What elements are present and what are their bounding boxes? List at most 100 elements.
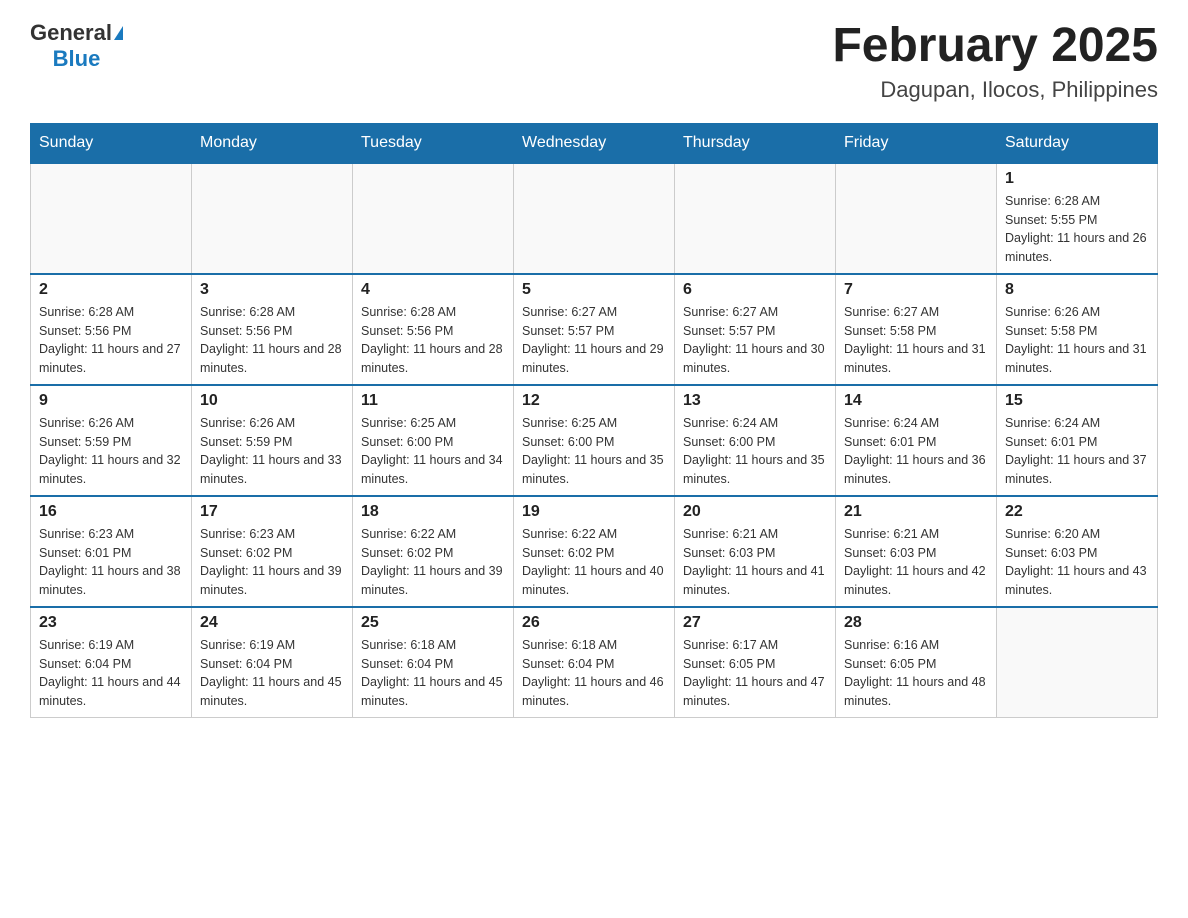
weekday-header-friday: Friday — [836, 123, 997, 163]
day-number: 15 — [1005, 392, 1149, 410]
day-info: Sunrise: 6:28 AM Sunset: 5:56 PM Dayligh… — [361, 303, 505, 378]
calendar-table: SundayMondayTuesdayWednesdayThursdayFrid… — [30, 123, 1158, 718]
day-info: Sunrise: 6:19 AM Sunset: 6:04 PM Dayligh… — [39, 636, 183, 711]
weekday-header-tuesday: Tuesday — [353, 123, 514, 163]
page-header: General Blue February 2025 Dagupan, Iloc… — [30, 20, 1158, 103]
day-info: Sunrise: 6:21 AM Sunset: 6:03 PM Dayligh… — [844, 525, 988, 600]
day-info: Sunrise: 6:26 AM Sunset: 5:59 PM Dayligh… — [200, 414, 344, 489]
day-number: 20 — [683, 503, 827, 521]
calendar-cell: 14 Sunrise: 6:24 AM Sunset: 6:01 PM Dayli… — [836, 385, 997, 496]
calendar-cell: 28 Sunrise: 6:16 AM Sunset: 6:05 PM Dayli… — [836, 607, 997, 718]
calendar-week-row: 1 Sunrise: 6:28 AM Sunset: 5:55 PM Daylig… — [31, 163, 1158, 274]
calendar-cell: 20 Sunrise: 6:21 AM Sunset: 6:03 PM Dayli… — [675, 496, 836, 607]
day-info: Sunrise: 6:28 AM Sunset: 5:56 PM Dayligh… — [39, 303, 183, 378]
calendar-cell: 8 Sunrise: 6:26 AM Sunset: 5:58 PM Daylig… — [997, 274, 1158, 385]
calendar-cell: 10Sunrise: 6:26 AM Sunset: 5:59 PM Dayli… — [192, 385, 353, 496]
day-number: 13 — [683, 392, 827, 410]
calendar-cell — [514, 163, 675, 274]
calendar-week-row: 9 Sunrise: 6:26 AM Sunset: 5:59 PM Daylig… — [31, 385, 1158, 496]
calendar-cell — [31, 163, 192, 274]
calendar-cell: 15 Sunrise: 6:24 AM Sunset: 6:01 PM Dayli… — [997, 385, 1158, 496]
day-number: 4 — [361, 281, 505, 299]
day-info: Sunrise: 6:23 AM Sunset: 6:01 PM Dayligh… — [39, 525, 183, 600]
day-number: 5 — [522, 281, 666, 299]
calendar-cell: 1 Sunrise: 6:28 AM Sunset: 5:55 PM Daylig… — [997, 163, 1158, 274]
day-info: Sunrise: 6:18 AM Sunset: 6:04 PM Dayligh… — [361, 636, 505, 711]
day-number: 18 — [361, 503, 505, 521]
day-number: 25 — [361, 614, 505, 632]
day-number: 14 — [844, 392, 988, 410]
calendar-cell: 26Sunrise: 6:18 AM Sunset: 6:04 PM Dayli… — [514, 607, 675, 718]
day-info: Sunrise: 6:16 AM Sunset: 6:05 PM Dayligh… — [844, 636, 988, 711]
calendar-week-row: 23 Sunrise: 6:19 AM Sunset: 6:04 PM Dayli… — [31, 607, 1158, 718]
day-number: 21 — [844, 503, 988, 521]
weekday-header-saturday: Saturday — [997, 123, 1158, 163]
day-info: Sunrise: 6:22 AM Sunset: 6:02 PM Dayligh… — [522, 525, 666, 600]
logo-blue-text: Blue — [53, 46, 101, 71]
calendar-cell: 23 Sunrise: 6:19 AM Sunset: 6:04 PM Dayli… — [31, 607, 192, 718]
calendar-cell: 27 Sunrise: 6:17 AM Sunset: 6:05 PM Dayli… — [675, 607, 836, 718]
logo: General Blue — [30, 20, 123, 72]
day-info: Sunrise: 6:21 AM Sunset: 6:03 PM Dayligh… — [683, 525, 827, 600]
day-info: Sunrise: 6:27 AM Sunset: 5:57 PM Dayligh… — [683, 303, 827, 378]
calendar-cell: 25 Sunrise: 6:18 AM Sunset: 6:04 PM Dayli… — [353, 607, 514, 718]
calendar-cell: 6 Sunrise: 6:27 AM Sunset: 5:57 PM Daylig… — [675, 274, 836, 385]
day-info: Sunrise: 6:27 AM Sunset: 5:58 PM Dayligh… — [844, 303, 988, 378]
calendar-cell: 21 Sunrise: 6:21 AM Sunset: 6:03 PM Dayli… — [836, 496, 997, 607]
day-number: 2 — [39, 281, 183, 299]
day-info: Sunrise: 6:20 AM Sunset: 6:03 PM Dayligh… — [1005, 525, 1149, 600]
day-number: 23 — [39, 614, 183, 632]
day-number: 27 — [683, 614, 827, 632]
weekday-header-wednesday: Wednesday — [514, 123, 675, 163]
calendar-cell: 24Sunrise: 6:19 AM Sunset: 6:04 PM Dayli… — [192, 607, 353, 718]
calendar-cell: 2 Sunrise: 6:28 AM Sunset: 5:56 PM Daylig… — [31, 274, 192, 385]
day-info: Sunrise: 6:23 AM Sunset: 6:02 PM Dayligh… — [200, 525, 344, 600]
day-number: 28 — [844, 614, 988, 632]
calendar-cell: 4 Sunrise: 6:28 AM Sunset: 5:56 PM Daylig… — [353, 274, 514, 385]
calendar-cell: 22 Sunrise: 6:20 AM Sunset: 6:03 PM Dayli… — [997, 496, 1158, 607]
day-number: 12 — [522, 392, 666, 410]
day-number: 22 — [1005, 503, 1149, 521]
weekday-header-sunday: Sunday — [31, 123, 192, 163]
day-info: Sunrise: 6:28 AM Sunset: 5:56 PM Dayligh… — [200, 303, 344, 378]
logo-general-text: General — [30, 20, 112, 46]
calendar-week-row: 16 Sunrise: 6:23 AM Sunset: 6:01 PM Dayli… — [31, 496, 1158, 607]
day-info: Sunrise: 6:25 AM Sunset: 6:00 PM Dayligh… — [522, 414, 666, 489]
day-number: 11 — [361, 392, 505, 410]
day-info: Sunrise: 6:26 AM Sunset: 5:58 PM Dayligh… — [1005, 303, 1149, 378]
day-number: 1 — [1005, 170, 1149, 188]
day-number: 3 — [200, 281, 344, 299]
calendar-header-row: SundayMondayTuesdayWednesdayThursdayFrid… — [31, 123, 1158, 163]
day-info: Sunrise: 6:27 AM Sunset: 5:57 PM Dayligh… — [522, 303, 666, 378]
day-info: Sunrise: 6:22 AM Sunset: 6:02 PM Dayligh… — [361, 525, 505, 600]
calendar-cell: 17 Sunrise: 6:23 AM Sunset: 6:02 PM Dayli… — [192, 496, 353, 607]
calendar-cell: 13 Sunrise: 6:24 AM Sunset: 6:00 PM Dayli… — [675, 385, 836, 496]
day-number: 8 — [1005, 281, 1149, 299]
day-number: 16 — [39, 503, 183, 521]
day-info: Sunrise: 6:24 AM Sunset: 6:00 PM Dayligh… — [683, 414, 827, 489]
day-info: Sunrise: 6:24 AM Sunset: 6:01 PM Dayligh… — [844, 414, 988, 489]
calendar-cell — [192, 163, 353, 274]
calendar-cell: 12 Sunrise: 6:25 AM Sunset: 6:00 PM Dayli… — [514, 385, 675, 496]
day-number: 7 — [844, 281, 988, 299]
calendar-cell: 5 Sunrise: 6:27 AM Sunset: 5:57 PM Daylig… — [514, 274, 675, 385]
calendar-cell: 18 Sunrise: 6:22 AM Sunset: 6:02 PM Dayli… — [353, 496, 514, 607]
calendar-cell — [353, 163, 514, 274]
calendar-cell: 11 Sunrise: 6:25 AM Sunset: 6:00 PM Dayli… — [353, 385, 514, 496]
calendar-cell — [836, 163, 997, 274]
day-number: 9 — [39, 392, 183, 410]
day-info: Sunrise: 6:24 AM Sunset: 6:01 PM Dayligh… — [1005, 414, 1149, 489]
day-info: Sunrise: 6:25 AM Sunset: 6:00 PM Dayligh… — [361, 414, 505, 489]
calendar-cell: 7 Sunrise: 6:27 AM Sunset: 5:58 PM Daylig… — [836, 274, 997, 385]
calendar-cell — [997, 607, 1158, 718]
day-info: Sunrise: 6:19 AM Sunset: 6:04 PM Dayligh… — [200, 636, 344, 711]
calendar-week-row: 2 Sunrise: 6:28 AM Sunset: 5:56 PM Daylig… — [31, 274, 1158, 385]
month-year-title: February 2025 — [832, 20, 1158, 73]
day-number: 26 — [522, 614, 666, 632]
day-number: 6 — [683, 281, 827, 299]
day-info: Sunrise: 6:17 AM Sunset: 6:05 PM Dayligh… — [683, 636, 827, 711]
calendar-cell: 19Sunrise: 6:22 AM Sunset: 6:02 PM Dayli… — [514, 496, 675, 607]
weekday-header-thursday: Thursday — [675, 123, 836, 163]
day-number: 17 — [200, 503, 344, 521]
day-info: Sunrise: 6:28 AM Sunset: 5:55 PM Dayligh… — [1005, 192, 1149, 267]
